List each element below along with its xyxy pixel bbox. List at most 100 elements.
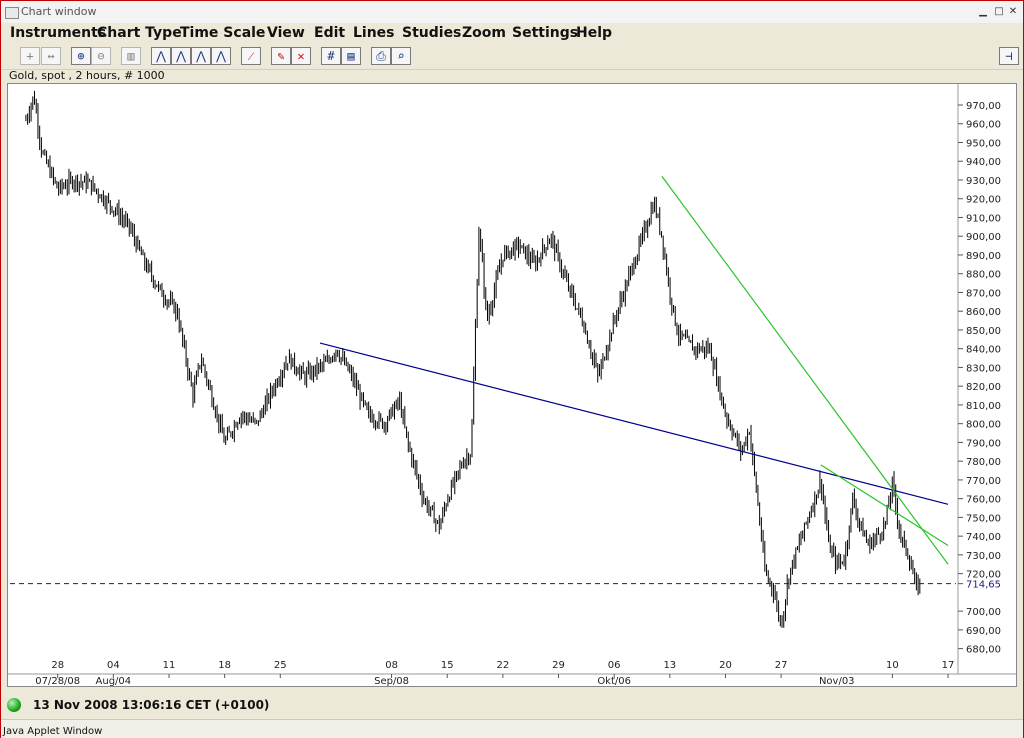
y-tick-label: 960,00 (966, 120, 1001, 131)
x-tick-label: 25 (274, 660, 287, 671)
y-tick-label: 940,00 (966, 157, 1001, 168)
table-icon: ▤ (347, 49, 355, 63)
menu-lines[interactable]: Lines (353, 25, 395, 41)
channel-lines-button[interactable]: ⋀ (211, 47, 231, 65)
applet-footer-text: Java Applet Window (3, 726, 103, 737)
green-trendline-shallow (820, 464, 949, 547)
y-tick-label: 690,00 (966, 626, 1001, 637)
x-period-label: Sep/08 (374, 676, 409, 686)
erase-button[interactable]: ✎ (271, 47, 291, 65)
crosshair-button[interactable]: + (20, 47, 40, 65)
parallel-lines-button[interactable]: ⋀ (191, 47, 211, 65)
menu-settings[interactable]: Settings (512, 25, 578, 41)
blue-trendline (319, 342, 949, 505)
parallel-lines-icon: ⋀ (196, 49, 206, 63)
y-tick-label: 760,00 (966, 495, 1001, 506)
menu-time-scale[interactable]: Time Scale (180, 25, 265, 41)
chart-area[interactable]: 970,00 960,00 950,00 940,00 930,00 920,00 910,… (7, 83, 1017, 687)
app-icon (5, 7, 19, 19)
channel-lines-icon: ⋀ (216, 49, 226, 63)
title-bar[interactable]: Chart window ▁ □ ✕ (1, 1, 1023, 24)
zoom-out-icon: ⊖ (97, 49, 105, 63)
pin-icon: ⊣ (1005, 49, 1013, 63)
green-trendline-steep (661, 175, 949, 565)
x-tick-label: 22 (497, 660, 510, 671)
y-tick-label: 680,00 (966, 645, 1001, 656)
print-button[interactable]: ⎙ (371, 47, 391, 65)
close-icon[interactable]: ✕ (1005, 5, 1021, 19)
data-table-button[interactable]: ▤ (341, 47, 361, 65)
crosshair-icon: + (26, 49, 34, 63)
y-tick-label: 750,00 (966, 513, 1001, 524)
menu-edit[interactable]: Edit (314, 25, 345, 41)
zoom-in-icon: ⊕ (77, 49, 85, 63)
y-tick-label: 860,00 (966, 307, 1001, 318)
eraser-icon: ✎ (277, 49, 285, 63)
y-tick-label: 930,00 (966, 176, 1001, 187)
instrument-label: Gold, spot , 2 hours, # 1000 (9, 69, 165, 82)
trend-line-icon: ⋀ (156, 49, 166, 63)
menu-bar: Instruments Chart Type Time Scale View E… (1, 23, 1023, 43)
printer-icon: ⎙ (376, 49, 386, 63)
x-tick-label: 27 (775, 660, 788, 671)
status-bar: 13 Nov 2008 13:06:16 CET (+0100) (1, 695, 1023, 715)
y-tick-label: 780,00 (966, 457, 1001, 468)
y-tick-label: 900,00 (966, 232, 1001, 243)
delete-x-icon: ✕ (297, 49, 305, 63)
y-tick-label: 700,00 (966, 607, 1001, 618)
menu-studies[interactable]: Studies (402, 25, 461, 41)
fan-lines-button[interactable]: ⋀ (171, 47, 191, 65)
x-tick-label: 28 (51, 660, 64, 671)
y-tick-label: 810,00 (966, 401, 1001, 412)
y-tick-label: 800,00 (966, 420, 1001, 431)
fan-lines-icon: ⋀ (176, 49, 186, 63)
x-tick-label: 20 (719, 660, 732, 671)
y-tick-label: 910,00 (966, 213, 1001, 224)
trendline-button[interactable]: ⋀ (151, 47, 171, 65)
x-tick-label: 29 (552, 660, 565, 671)
x-period-label: Okt/06 (597, 676, 631, 686)
menu-instruments[interactable]: Instruments (10, 25, 106, 41)
y-tick-label: 820,00 (966, 382, 1001, 393)
x-tick-label: 15 (441, 660, 454, 671)
y-tick-label: 730,00 (966, 551, 1001, 562)
pin-button[interactable]: ⊣ (999, 47, 1019, 65)
x-tick-label: 18 (218, 660, 231, 671)
x-tick-label: 06 (608, 660, 621, 671)
grid-icon: # (327, 49, 335, 63)
applet-footer: Java Applet Window (1, 719, 1023, 738)
grid-button[interactable]: # (321, 47, 341, 65)
menu-help[interactable]: Help (576, 25, 612, 41)
edit-line-button[interactable]: ⁄ (241, 47, 261, 65)
x-tick-label: 13 (663, 660, 676, 671)
zoom-in-button[interactable]: ⊕ (71, 47, 91, 65)
cursor-scroll-button[interactable]: ↔ (41, 47, 61, 65)
y-tick-label: 870,00 (966, 288, 1001, 299)
edit-line-icon: ⁄ (249, 49, 252, 63)
x-tick-label: 08 (385, 660, 398, 671)
delete-button[interactable]: ✕ (291, 47, 311, 65)
minimize-icon[interactable]: ▁ (975, 5, 991, 19)
chart-window: Chart window ▁ □ ✕ Instruments Chart Typ… (0, 0, 1024, 738)
connection-status-icon (7, 698, 21, 712)
y-tick-label: 830,00 (966, 363, 1001, 374)
print-preview-icon: ⌕ (397, 49, 405, 63)
y-tick-label: 850,00 (966, 326, 1001, 337)
current-price-label: 714,65 (966, 580, 1001, 591)
x-tick-label: 04 (107, 660, 120, 671)
menu-chart-type[interactable]: Chart Type (97, 25, 182, 41)
x-period-label: Aug/04 (96, 676, 132, 686)
y-tick-label: 970,00 (966, 101, 1001, 112)
toolbar: + ↔ ⊕ ⊖ ▥ ⋀ ⋀ ⋀ ⋀ ⁄ ✎ ✕ # ▤ ⎙ ⌕ ⊣ (1, 43, 1023, 70)
y-tick-label: 920,00 (966, 195, 1001, 206)
chart-type-bars-button[interactable]: ▥ (121, 47, 141, 65)
zoom-out-button[interactable]: ⊖ (91, 47, 111, 65)
print-preview-button[interactable]: ⌕ (391, 47, 411, 65)
x-period-label: Nov/03 (819, 676, 855, 686)
x-tick-label: 11 (163, 660, 176, 671)
price-chart[interactable]: 970,00 960,00 950,00 940,00 930,00 920,00 910,… (8, 84, 1016, 687)
bar-chart-icon: ▥ (127, 49, 135, 63)
y-tick-label: 880,00 (966, 270, 1001, 281)
menu-view[interactable]: View (267, 25, 305, 41)
menu-zoom[interactable]: Zoom (462, 25, 506, 41)
